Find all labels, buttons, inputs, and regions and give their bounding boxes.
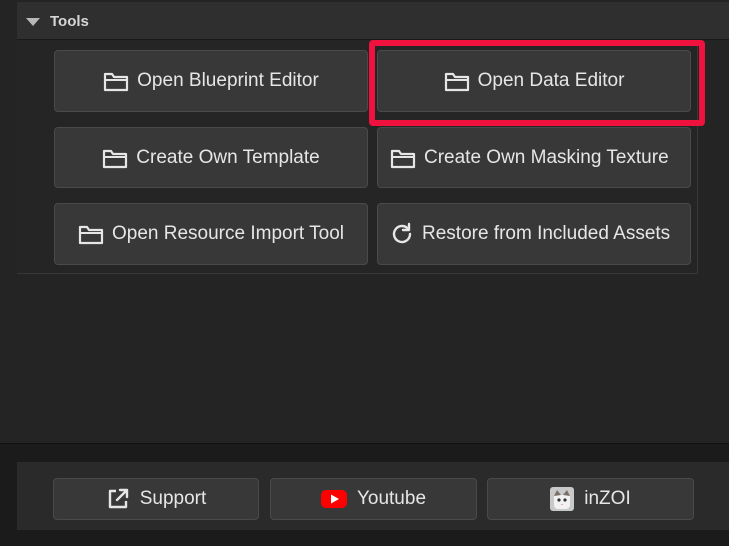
create-own-masking-texture-button[interactable]: Create Own Masking Texture xyxy=(377,127,691,188)
page: Tools Open Blueprint Editor Open Data Ed… xyxy=(0,0,729,546)
collapse-arrow-icon[interactable] xyxy=(26,18,40,26)
folder-icon xyxy=(102,147,128,169)
restore-from-included-assets-button[interactable]: Restore from Included Assets xyxy=(377,203,691,265)
tools-panel: Tools Open Blueprint Editor Open Data Ed… xyxy=(0,0,729,444)
folder-icon xyxy=(390,147,416,169)
folder-icon xyxy=(78,223,104,245)
open-blueprint-editor-button[interactable]: Open Blueprint Editor xyxy=(54,50,368,112)
button-label: Open Data Editor xyxy=(477,70,625,91)
youtube-label: Youtube xyxy=(356,488,427,509)
button-label: Create Own Masking Texture xyxy=(424,146,669,168)
button-label: Restore from Included Assets xyxy=(422,223,671,244)
footer-bar: Support Youtube inZOI xyxy=(17,462,729,530)
inzoi-label: inZOI xyxy=(584,488,631,509)
refresh-icon xyxy=(390,222,414,246)
button-label: Open Resource Import Tool xyxy=(112,223,344,244)
cat-avatar-icon xyxy=(550,487,575,511)
youtube-button[interactable]: Youtube xyxy=(270,478,477,520)
folder-icon xyxy=(444,70,470,92)
folder-icon xyxy=(103,70,129,92)
open-resource-import-tool-button[interactable]: Open Resource Import Tool xyxy=(54,203,368,265)
youtube-icon xyxy=(320,490,347,508)
create-own-template-button[interactable]: Create Own Template xyxy=(54,127,368,188)
support-label: Support xyxy=(139,488,207,509)
support-button[interactable]: Support xyxy=(53,478,259,520)
section-title: Tools xyxy=(50,13,89,30)
external-link-icon xyxy=(106,487,130,511)
open-data-editor-button[interactable]: Open Data Editor xyxy=(377,50,691,112)
button-label: Open Blueprint Editor xyxy=(137,70,319,91)
button-label: Create Own Template xyxy=(136,146,320,168)
inzoi-button[interactable]: inZOI xyxy=(487,478,694,520)
tools-section-header[interactable]: Tools xyxy=(17,2,729,40)
